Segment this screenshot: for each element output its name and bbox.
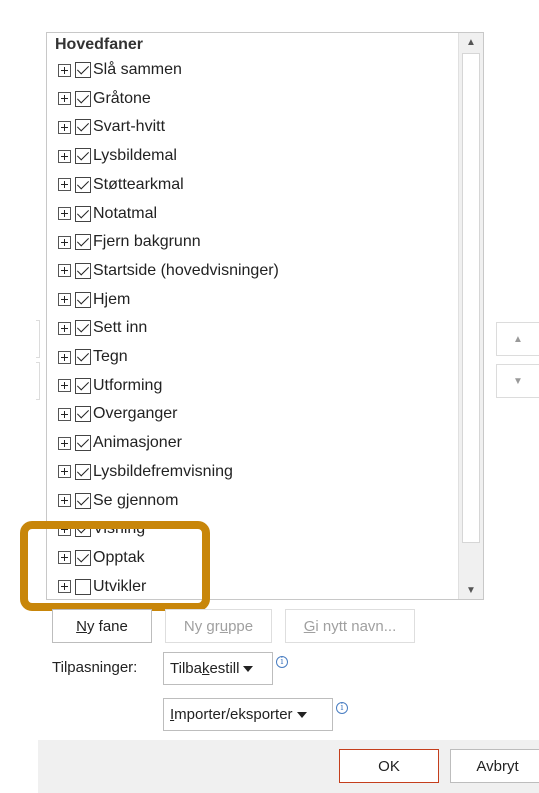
expand-plus-icon[interactable] (58, 407, 71, 421)
expand-plus-icon[interactable] (58, 321, 71, 335)
tree-item-label: Svart-hvitt (93, 118, 166, 136)
tree-item[interactable]: Svart-hvitt (58, 114, 438, 140)
customizations-label: Tilpasninger: (52, 659, 138, 676)
tree-item[interactable]: Sett inn (58, 315, 438, 341)
import-export-dropdown[interactable]: Importer/eksporter (163, 698, 333, 731)
tree-item[interactable]: Overganger (58, 401, 438, 427)
highlight-annotation (20, 521, 210, 611)
tree-item[interactable]: Tegn (58, 344, 438, 370)
expand-plus-icon[interactable] (58, 92, 71, 106)
tree-item[interactable]: Hjem (58, 287, 438, 313)
left-edge-control (36, 362, 40, 400)
expand-plus-icon[interactable] (58, 350, 71, 364)
tree-scrollbar[interactable]: ▲ ▼ (458, 33, 483, 599)
tree-item-label: Lysbildefremvisning (93, 462, 233, 480)
expand-plus-icon[interactable] (58, 149, 71, 163)
tree-item-label: Utforming (93, 376, 163, 394)
expand-plus-icon[interactable] (58, 436, 71, 450)
scroll-down-arrow-icon[interactable]: ▼ (459, 581, 483, 599)
tree-item[interactable]: Fjern bakgrunn (58, 229, 438, 255)
scroll-up-arrow-icon[interactable]: ▲ (459, 33, 483, 51)
tree-item-label: Animasjoner (93, 434, 182, 452)
tab-checkbox[interactable] (75, 148, 91, 165)
tab-checkbox[interactable] (75, 377, 91, 394)
tab-checkbox[interactable] (75, 90, 91, 107)
tree-item-label: Sett inn (93, 319, 148, 337)
tab-checkbox[interactable] (75, 320, 91, 337)
expand-plus-icon[interactable] (58, 178, 71, 192)
ribbon-tabs-tree[interactable]: Hovedfaner Slå sammen Gråtone Svart-hvitt L… (46, 32, 484, 600)
tree-item-label: Hjem (93, 290, 131, 308)
new-tab-button[interactable]: Ny fane (52, 609, 152, 643)
expand-plus-icon[interactable] (58, 379, 71, 393)
tree-item-label: Overganger (93, 405, 178, 423)
new-group-button[interactable]: Ny gr u ppe (165, 609, 272, 643)
info-icon[interactable]: i (336, 702, 348, 714)
tab-checkbox[interactable] (75, 291, 91, 308)
info-icon[interactable]: i (276, 656, 288, 668)
expand-plus-icon[interactable] (58, 293, 71, 307)
cancel-button[interactable]: Avbryt (450, 749, 539, 783)
tree-item[interactable]: Slå sammen (58, 57, 438, 83)
tree-item-label: Slå sammen (93, 61, 182, 78)
tree-item[interactable]: Gråtone (58, 86, 438, 112)
tree-item-label: Startside (hovedvisninger) (93, 261, 279, 279)
tree-item[interactable]: Utforming (58, 373, 438, 399)
expand-plus-icon[interactable] (58, 264, 71, 278)
tab-checkbox[interactable] (75, 406, 91, 423)
scroll-thumb[interactable] (462, 53, 480, 543)
tab-checkbox[interactable] (75, 119, 91, 136)
expand-plus-icon[interactable] (58, 235, 71, 249)
tab-checkbox[interactable] (75, 176, 91, 193)
tab-checkbox[interactable] (75, 262, 91, 279)
left-edge-control (36, 320, 40, 358)
tree-header: Hovedfaner (55, 36, 144, 53)
tree-item-label: Se gjennom (93, 491, 179, 509)
ok-button[interactable]: OK (339, 749, 439, 783)
expand-plus-icon[interactable] (58, 120, 71, 134)
dropdown-caret-icon (296, 711, 307, 718)
tree-item[interactable]: Støttearkmal (58, 172, 438, 198)
rename-button[interactable]: Gi nytt navn... (285, 609, 415, 643)
dropdown-caret-icon (243, 665, 254, 672)
expand-plus-icon[interactable] (58, 207, 71, 220)
tree-item-label: Tegn (93, 348, 128, 365)
tree-item[interactable]: Lysbildemal (58, 143, 438, 169)
tab-checkbox[interactable] (75, 349, 91, 365)
arrow-up-icon: ▲ (513, 333, 523, 345)
tab-checkbox[interactable] (75, 492, 91, 509)
tree-item[interactable]: Notatmal (58, 201, 438, 227)
move-down-button[interactable]: ▼ (496, 364, 539, 398)
tree-item-label: Lysbildemal (93, 147, 177, 165)
tree-item[interactable]: Lysbildefremvisning (58, 459, 438, 485)
reset-dropdown[interactable]: Tilba k estill (163, 652, 273, 685)
expand-plus-icon[interactable] (58, 63, 71, 77)
tab-checkbox[interactable] (75, 463, 91, 480)
arrow-down-icon: ▼ (513, 375, 523, 387)
tab-checkbox[interactable] (75, 435, 91, 452)
tab-checkbox[interactable] (75, 62, 91, 78)
tree-item[interactable]: Startside (hovedvisninger) (58, 258, 438, 284)
move-up-button[interactable]: ▲ (496, 322, 539, 356)
tree-item-label: Støttearkmal (93, 175, 184, 193)
tab-checkbox[interactable] (75, 234, 91, 251)
expand-plus-icon[interactable] (58, 465, 71, 479)
tree-item-label: Fjern bakgrunn (93, 233, 201, 251)
expand-plus-icon[interactable] (58, 494, 71, 507)
tab-checkbox[interactable] (75, 205, 91, 222)
tree-item[interactable]: Se gjennom (58, 488, 438, 514)
tree-item-label: Notatmal (93, 204, 158, 222)
tree-item[interactable]: Animasjoner (58, 430, 438, 456)
tree-item-label: Gråtone (93, 89, 151, 107)
